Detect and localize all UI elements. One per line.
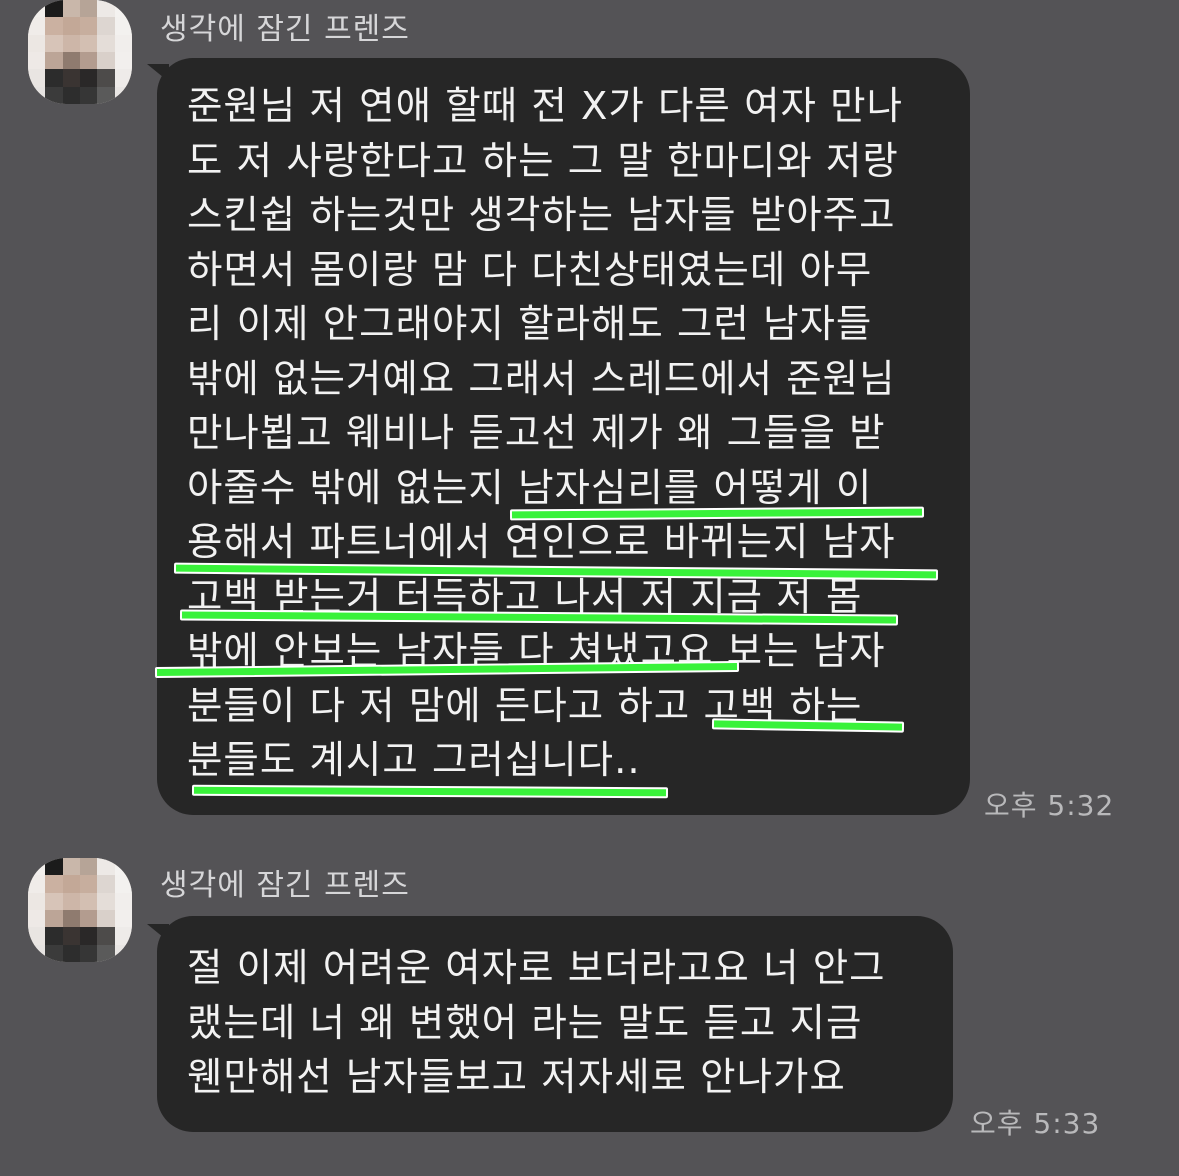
sender-name: 생각에 잠긴 프렌즈: [160, 12, 410, 47]
avatar[interactable]: [28, 0, 132, 104]
message-line: 스킨쉽 하는것만 생각하는 남자들 받아주고: [187, 193, 896, 238]
message-line: 랬는데 너 왜 변했어 라는 말도 듣고 지금: [187, 1000, 863, 1046]
message-line: 만나뵙고 웨비나 듣고선 제가 왜 그들을 받: [187, 411, 886, 456]
message-bubble[interactable]: 준원님 저 연애 할때 전 X가 다른 여자 만나 도 저 사랑한다고 하는 그…: [157, 58, 970, 815]
message-line: 밖에 없는거예요 그래서 스레드에서 준원님: [187, 356, 896, 402]
message-line: 절 이제 어려운 여자로 보더라고요 너 안그: [187, 946, 886, 991]
message-line: 분들도 계시고 그러십니다..: [187, 738, 641, 783]
avatar[interactable]: [28, 858, 132, 962]
message-line: 리 이제 안그래야지 할라해도 그런 남자들: [187, 302, 873, 347]
message-time: 오후 5:33: [970, 1107, 1101, 1140]
message-line: 도 저 사랑한다고 하는 그 말 한마디와 저랑: [187, 138, 899, 184]
message-line: 준원님 저 연애 할때 전 X가 다른 여자 만나: [187, 84, 903, 129]
message-line: 용해서 파트너에서 연인으로 바뀌는지 남자: [187, 520, 896, 565]
message-line: 하면서 몸이랑 맘 다 다친상태였는데 아무: [187, 247, 873, 293]
message-time: 오후 5:32: [984, 789, 1115, 822]
message-text: 절 이제 어려운 여자로 보더라고요 너 안그 랬는데 너 왜 변했어 라는 말…: [187, 942, 886, 1106]
message-text: 준원님 저 연애 할때 전 X가 다른 여자 만나 도 저 사랑한다고 하는 그…: [187, 80, 903, 789]
message-bubble[interactable]: 절 이제 어려운 여자로 보더라고요 너 안그 랬는데 너 왜 변했어 라는 말…: [157, 916, 953, 1132]
message-line: 웬만해선 남자들보고 저자세로 안나가요: [187, 1055, 846, 1100]
sender-name: 생각에 잠긴 프렌즈: [160, 868, 410, 903]
